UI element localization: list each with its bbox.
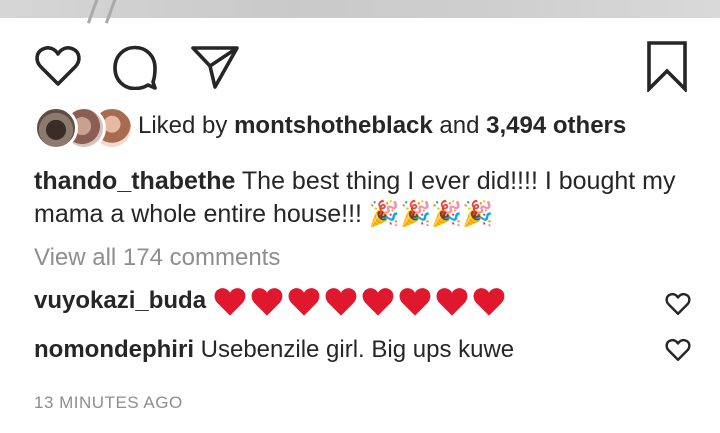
red-heart-emoji xyxy=(288,288,320,316)
likes-summary[interactable]: Liked by montshotheblack and 3,494 other… xyxy=(34,104,626,150)
red-heart-emoji xyxy=(214,288,246,316)
image-streak xyxy=(104,0,119,24)
red-heart-emoji xyxy=(251,288,283,316)
red-heart-emoji xyxy=(362,288,394,316)
post-timestamp: 13 MINUTES AGO xyxy=(34,393,183,412)
comment-like-heart-icon[interactable] xyxy=(665,292,691,321)
comment-row: vuyokazi_buda xyxy=(34,286,509,317)
red-heart-emoji xyxy=(399,288,431,316)
red-hearts xyxy=(213,286,509,317)
comment-username[interactable]: nomondephiri xyxy=(34,336,194,363)
avatar xyxy=(34,106,78,150)
comment-row: nomondephiri Usebenzile girl. Big ups ku… xyxy=(34,336,514,364)
liker-username[interactable]: montshotheblack xyxy=(234,112,433,139)
share-icon[interactable] xyxy=(190,44,240,90)
view-all-comments-link[interactable]: View all 174 comments xyxy=(34,244,280,272)
red-heart-emoji xyxy=(436,288,468,316)
caption-username[interactable]: thando_thabethe xyxy=(34,167,235,195)
comment-icon[interactable] xyxy=(111,44,159,90)
red-heart-emoji xyxy=(325,288,357,316)
bookmark-icon[interactable] xyxy=(645,40,689,92)
others-count[interactable]: 3,494 others xyxy=(486,112,626,139)
post-caption: thando_thabethe The best thing I ever di… xyxy=(34,165,694,231)
like-heart-icon[interactable] xyxy=(34,44,82,88)
image-streak xyxy=(86,0,101,24)
comment-username[interactable]: vuyokazi_buda xyxy=(34,287,206,314)
liked-by-label: Liked by xyxy=(138,112,235,139)
comment-like-heart-icon[interactable] xyxy=(665,338,691,367)
post-image-bottom-edge[interactable] xyxy=(0,0,720,24)
likes-text: Liked by montshotheblack and 3,494 other… xyxy=(138,112,626,140)
party-popper-emoji: 🎉🎉🎉🎉 xyxy=(368,200,494,228)
and-label: and xyxy=(432,112,487,139)
red-heart-emoji xyxy=(473,288,505,316)
comment-text: Usebenzile girl. Big ups kuwe xyxy=(193,336,515,363)
liker-avatars[interactable] xyxy=(34,104,136,150)
